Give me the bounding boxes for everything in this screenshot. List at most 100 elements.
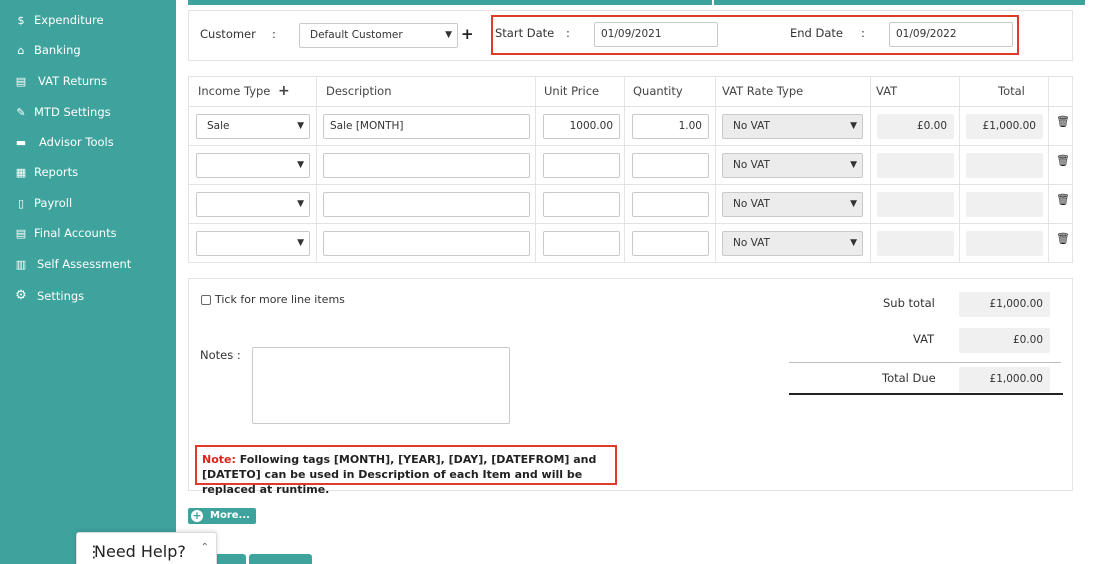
line-total [966, 153, 1043, 178]
quantity-input[interactable]: 1.00 [632, 114, 709, 139]
sidebar-item-label: Self Assessment [37, 257, 132, 271]
bank-icon: ⌂ [17, 43, 25, 57]
sidebar-item-self-assessment[interactable]: ▥ Self Assessment [14, 257, 131, 271]
vat-amount [877, 231, 954, 256]
vat-amount: £0.00 [877, 114, 954, 139]
description-input[interactable] [323, 231, 530, 256]
line-items-table: Income Type + Description Unit Price Qua… [188, 76, 1073, 263]
quantity-input[interactable] [632, 153, 709, 178]
line-total [966, 192, 1043, 217]
more-button-label: More... [210, 510, 250, 521]
add-customer-icon[interactable]: + [461, 25, 474, 43]
save-button[interactable] [214, 554, 246, 564]
payroll-icon: ▯ [17, 196, 25, 210]
chevron-down-icon: ▼ [297, 160, 304, 170]
sidebar-item-label: Final Accounts [34, 226, 117, 240]
wrench-icon: ✎ [16, 105, 26, 119]
column-header-vat: VAT [876, 84, 898, 98]
sidebar-item-advisor-tools[interactable]: ▬ Advisor Tools [14, 135, 114, 149]
customer-select-value: Default Customer [310, 29, 403, 41]
column-header-vat-rate-type: VAT Rate Type [722, 84, 804, 98]
sidebar-item-label: Expenditure [34, 13, 104, 27]
sidebar-item-mtd-settings[interactable]: ✎ MTD Settings [14, 105, 111, 119]
note-box: Note: Following tags [MONTH], [YEAR], [D… [195, 445, 617, 496]
chevron-down-icon: ▼ [297, 199, 304, 209]
column-header-quantity: Quantity [633, 84, 683, 98]
cancel-button[interactable] [249, 554, 312, 564]
start-date-value: 01/09/2021 [601, 28, 662, 40]
main-content: Customer : Default Customer ▼ + Start Da… [176, 0, 1100, 564]
income-type-select[interactable]: ▼ [196, 231, 310, 256]
vat-rate-type-select[interactable]: No VAT ▼ [722, 114, 863, 139]
total-due-value: £1,000.00 [959, 367, 1050, 392]
vat-amount [877, 153, 954, 178]
notes-textarea[interactable] [252, 347, 510, 424]
end-date-input[interactable]: 01/09/2022 [889, 22, 1013, 47]
need-help-label: Need Help? [94, 542, 186, 561]
sidebar-item-label: Settings [37, 288, 85, 303]
subtotal-label: Sub total [883, 296, 935, 310]
income-type-select[interactable]: ▼ [196, 153, 310, 178]
line-total: £1,000.00 [966, 114, 1043, 139]
income-type-select[interactable]: ▼ [196, 192, 310, 217]
income-type-select[interactable]: Sale ▼ [196, 114, 310, 139]
sidebar-item-payroll[interactable]: ▯ Payroll [14, 196, 72, 210]
sidebar-item-banking[interactable]: ⌂ Banking [14, 43, 81, 57]
need-help-widget[interactable]: ⋮ Need Help? ⌃ [76, 532, 217, 564]
description-input[interactable]: Sale [MONTH] [323, 114, 530, 139]
more-button[interactable]: + More... [188, 508, 256, 524]
trash-icon[interactable]: 🗑 [1056, 193, 1070, 206]
vat-rate-type-select[interactable]: No VAT ▼ [722, 231, 863, 256]
unit-price-input[interactable] [543, 231, 620, 256]
start-date-label: Start Date [495, 26, 555, 40]
sidebar-item-label: Banking [34, 43, 81, 57]
end-date-value: 01/09/2022 [896, 28, 957, 40]
plus-circle-icon: + [191, 509, 203, 522]
more-line-items-label: Tick for more line items [215, 293, 345, 306]
description-input[interactable] [323, 192, 530, 217]
trash-icon[interactable]: 🗑 [1056, 115, 1070, 128]
unit-price-input[interactable] [543, 192, 620, 217]
column-header-total: Total [998, 84, 1025, 98]
subtotal-value: £1,000.00 [959, 292, 1050, 317]
chevron-down-icon: ▼ [850, 121, 857, 131]
sidebar-item-label: Reports [34, 165, 79, 179]
sidebar-item-settings[interactable]: ⚙ Settings [14, 288, 84, 303]
customer-colon: : [272, 27, 276, 41]
top-tab-bar [188, 0, 1085, 5]
end-date-label: End Date [790, 26, 843, 40]
more-line-items-checkbox[interactable] [201, 295, 211, 305]
sidebar-item-final-accounts[interactable]: ▤ Final Accounts [14, 226, 117, 240]
unit-price-input[interactable] [543, 153, 620, 178]
add-income-type-icon[interactable]: + [278, 83, 290, 99]
sidebar-item-reports[interactable]: ▦ Reports [14, 165, 78, 179]
vat-amount [877, 192, 954, 217]
total-due-label: Total Due [882, 371, 936, 385]
self-assessment-icon: ▥ [15, 257, 27, 271]
customer-select[interactable]: Default Customer ▼ [299, 23, 458, 48]
trash-icon[interactable]: 🗑 [1056, 232, 1070, 245]
briefcase-icon: ▬ [15, 135, 27, 149]
vat-rate-type-select[interactable]: No VAT ▼ [722, 192, 863, 217]
start-date-colon: : [566, 26, 570, 40]
start-date-input[interactable]: 01/09/2021 [594, 22, 718, 47]
chevron-down-icon: ▼ [297, 238, 304, 248]
sidebar-item-expenditure[interactable]: $ Expenditure [14, 13, 104, 27]
column-header-unit-price: Unit Price [544, 84, 600, 98]
sidebar-item-label: Advisor Tools [39, 135, 114, 149]
trash-icon[interactable]: 🗑 [1056, 154, 1070, 167]
sidebar-item-label: Payroll [34, 196, 73, 210]
sidebar-item-vat-returns[interactable]: ▤ VAT Returns [14, 74, 107, 88]
sidebar-item-label: MTD Settings [34, 105, 111, 119]
chevron-up-icon[interactable]: ⌃ [201, 542, 209, 553]
customer-label: Customer [200, 27, 256, 41]
chevron-down-icon: ▼ [850, 238, 857, 248]
quantity-input[interactable] [632, 231, 709, 256]
vat-rate-type-select[interactable]: No VAT ▼ [722, 153, 863, 178]
chevron-down-icon: ▼ [850, 160, 857, 170]
unit-price-input[interactable]: 1000.00 [543, 114, 620, 139]
sidebar: $ Expenditure ⌂ Banking ▤ VAT Returns ✎ … [0, 0, 176, 564]
quantity-input[interactable] [632, 192, 709, 217]
summary-panel: Tick for more line items Notes : Note: F… [188, 278, 1073, 496]
description-input[interactable] [323, 153, 530, 178]
